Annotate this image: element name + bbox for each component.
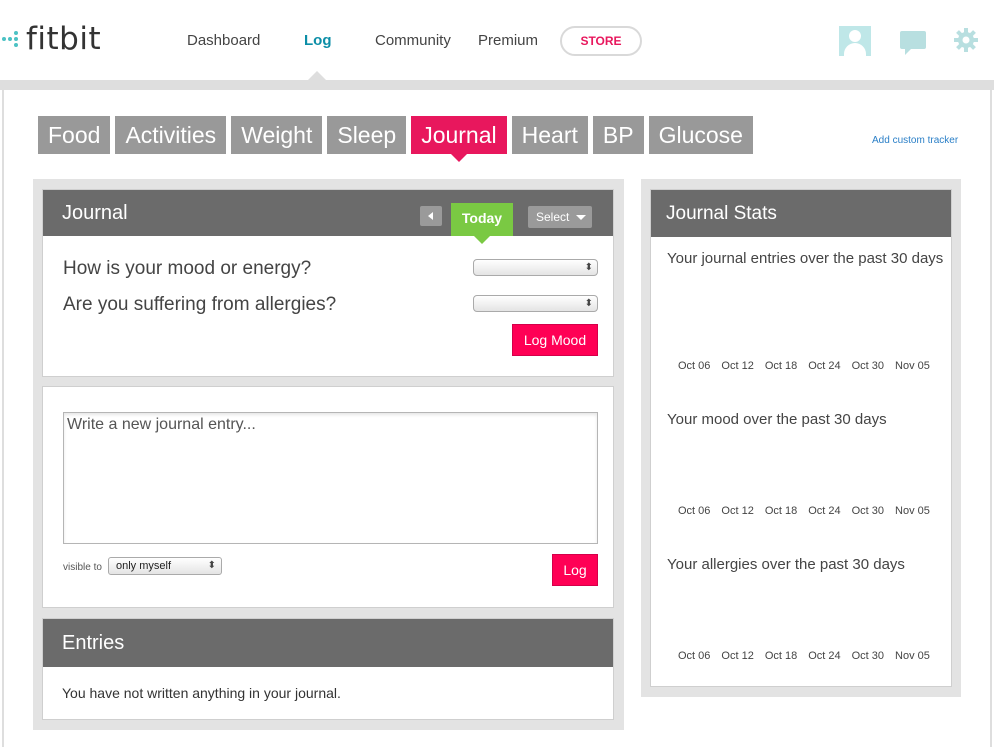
journal-mood-card: Journal Today Select How is your mood or… [42,189,614,377]
nav-community[interactable]: Community [375,32,451,49]
x-tick-label: Nov 05 [895,360,930,372]
top-header: fitbit Dashboard Log Community Premium S… [0,0,994,82]
date-select-button[interactable]: Select [528,206,592,228]
entries-chart-x-axis: Oct 06 Oct 12 Oct 18 Oct 24 Oct 30 Nov 0… [678,360,948,372]
allergy-select[interactable] [473,295,598,312]
x-tick-label: Oct 24 [808,360,841,372]
x-tick-label: Oct 30 [851,505,885,517]
x-tick-label: Nov 05 [895,650,930,662]
tab-glucose[interactable]: Glucose [648,116,753,154]
add-custom-tracker-link[interactable]: Add custom tracker [872,135,958,146]
store-button[interactable]: STORE [560,26,642,56]
allergies-chart-x-axis: Oct 06 Oct 12 Oct 18 Oct 24 Oct 30 Nov 0… [678,650,948,662]
x-tick-label: Oct 12 [721,505,754,517]
x-tick-label: Oct 18 [764,360,798,372]
journal-title: Journal [62,202,128,224]
x-tick-label: Nov 05 [895,505,930,517]
x-tick-label: Oct 06 [678,505,711,517]
header-divider [0,80,994,90]
tab-sleep[interactable]: Sleep [327,116,407,154]
brand-name: fitbit [26,21,102,57]
tab-heart[interactable]: Heart [511,116,588,154]
allergies-chart-title: Your allergies over the past 30 days [667,556,905,573]
stats-column: Journal Stats Your journal entries over … [641,179,961,697]
tab-activities[interactable]: Activities [115,116,227,154]
tab-weight[interactable]: Weight [231,116,323,154]
x-tick-label: Oct 24 [808,650,841,662]
mood-chart-title: Your mood over the past 30 days [667,411,887,428]
journal-header: Journal Today Select [43,190,613,244]
avatar-icon[interactable] [839,26,871,56]
x-tick-label: Oct 24 [808,505,841,517]
tab-food[interactable]: Food [38,116,111,154]
entries-header: Entries [43,619,613,667]
previous-day-button[interactable] [420,206,442,226]
fitbit-logo[interactable]: fitbit [2,22,101,56]
nav-log[interactable]: Log [304,32,332,49]
tab-journal[interactable]: Journal [411,116,507,162]
x-tick-label: Oct 12 [721,360,754,372]
new-entry-card: Write a new journal entry... visible to … [42,386,614,608]
mood-question-label: How is your mood or energy? [63,258,312,279]
journal-stats-card: Journal Stats Your journal entries over … [650,189,952,687]
entries-chart-title: Your journal entries over the past 30 da… [667,250,944,267]
tab-bp[interactable]: BP [592,116,644,154]
x-tick-label: Oct 18 [764,650,798,662]
journal-entry-input[interactable]: Write a new journal entry... [63,412,598,544]
gear-icon[interactable] [954,28,978,52]
x-tick-label: Oct 06 [678,650,711,662]
visibility-select[interactable]: only myself [108,557,222,575]
x-tick-label: Oct 18 [764,505,798,517]
mood-chart-x-axis: Oct 06 Oct 12 Oct 18 Oct 24 Oct 30 Nov 0… [678,505,948,517]
allergy-question-label: Are you suffering from allergies? [63,294,337,315]
x-tick-label: Oct 30 [851,650,885,662]
entries-card: Entries You have not written anything in… [42,618,614,720]
visible-to-label: visible to [63,562,102,573]
today-button[interactable]: Today [451,203,513,244]
x-tick-label: Oct 12 [721,650,754,662]
nav-dashboard[interactable]: Dashboard [187,32,260,49]
nav-premium[interactable]: Premium [478,32,538,49]
entries-empty-message: You have not written anything in your jo… [62,685,341,701]
log-entry-button[interactable]: Log [552,554,598,586]
x-tick-label: Oct 30 [851,360,885,372]
log-tabs: Food Activities Weight Sleep Journal Hea… [38,116,753,162]
mood-select[interactable] [473,259,598,276]
fitbit-dots-icon [2,31,18,47]
log-mood-button[interactable]: Log Mood [512,324,598,356]
chat-icon[interactable] [900,31,926,55]
x-tick-label: Oct 06 [678,360,711,372]
journal-column: Journal Today Select How is your mood or… [33,179,624,730]
journal-stats-header: Journal Stats [651,190,951,237]
